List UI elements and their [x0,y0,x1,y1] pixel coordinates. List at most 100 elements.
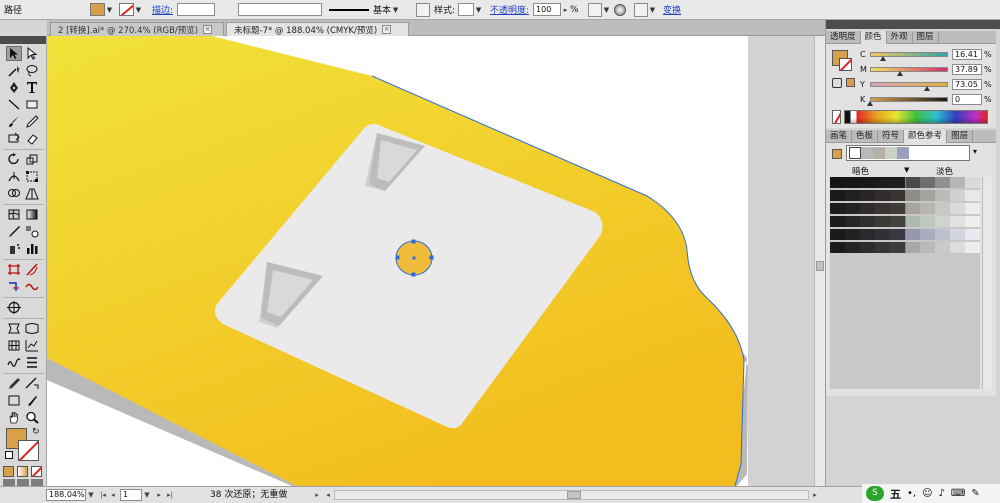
cyan-value[interactable]: 16.41 [952,48,982,60]
status-menu-icon[interactable]: ▸ [312,489,322,501]
transform-control[interactable]: 变换 [663,2,681,17]
guide-color-cell[interactable] [860,229,875,240]
guide-color-cell[interactable] [890,229,905,240]
lasso-icon[interactable] [24,63,40,78]
guide-color-cell[interactable] [830,203,845,214]
slider-thumb[interactable] [896,71,903,76]
guide-color-cell[interactable] [875,216,890,227]
harmony-color[interactable] [897,147,909,159]
black-value[interactable]: 0 [952,93,982,105]
global-edit-control[interactable] [614,2,626,17]
fill-swatch[interactable] [90,3,105,16]
direct-selection-tool-icon[interactable] [24,46,40,61]
slider-thumb[interactable] [923,86,930,91]
chevron-down-icon[interactable]: ▼ [602,3,611,16]
guide-color-cell[interactable] [905,216,920,227]
guide-color-cell[interactable] [830,216,845,227]
out-of-gamut-icon[interactable] [832,78,842,88]
guide-color-cell[interactable] [890,216,905,227]
guide-color-cell[interactable] [860,190,875,201]
tab-swatches[interactable]: 色板 [852,130,879,143]
voice-icon[interactable]: ♪ [939,488,945,499]
eraser-icon[interactable] [24,131,40,146]
guide-color-cell[interactable] [950,242,965,253]
slider-thumb[interactable] [879,56,886,61]
harmony-color[interactable] [885,147,897,159]
guide-color-cell[interactable] [920,203,935,214]
live-paint-icon[interactable] [24,279,40,294]
harmony-color[interactable] [873,147,885,159]
scroll-right-icon[interactable]: ▸ [810,489,820,501]
guide-color-cell[interactable] [845,242,860,253]
knife-tool-icon[interactable] [24,393,40,408]
hand-tool-icon[interactable] [6,410,22,425]
guide-color-cell[interactable] [920,216,935,227]
slider-black[interactable]: K 0 % [860,93,992,106]
guide-color-cell[interactable] [935,229,950,240]
tab-symbols[interactable]: 符号 [878,130,905,143]
guide-color-cell[interactable] [965,177,980,188]
stroke-profile-control[interactable]: 基本 ▼ [329,2,400,17]
color-mode-icon[interactable] [3,466,14,477]
guide-color-cell[interactable] [950,177,965,188]
artwork[interactable] [47,36,814,486]
stroke-color-swatch[interactable] [18,440,39,461]
guide-color-cell[interactable] [920,177,935,188]
style-swatch[interactable] [458,3,475,16]
magenta-value[interactable]: 37.89 [952,63,982,75]
guide-color-cell[interactable] [920,229,935,240]
close-icon[interactable]: × [203,25,213,34]
chevron-down-icon[interactable]: ▼ [86,489,96,501]
slider-magenta[interactable]: M 37.89 % [860,63,992,76]
gradient-tool-icon[interactable] [24,207,40,222]
none-swatch[interactable] [832,110,841,124]
guide-color-cell[interactable] [935,190,950,201]
variable-width-control[interactable] [238,2,322,17]
column-graph-icon[interactable] [24,241,40,256]
stroke-swatch-control[interactable]: ▼ [119,2,143,17]
ime-logo-icon[interactable]: S [866,486,884,501]
guide-color-cell[interactable] [830,229,845,240]
guide-color-cell[interactable] [830,242,845,253]
tab-document-2[interactable]: 2 [转换].ai* @ 270.4% (RGB/预览) × [50,22,224,36]
paintbrush-icon[interactable] [6,114,22,129]
guide-color-cell[interactable] [950,203,965,214]
guide-color-cell[interactable] [950,216,965,227]
default-colors-icon[interactable] [5,451,13,459]
artboard-field[interactable]: 1 [120,489,142,501]
color-spectrum[interactable] [844,110,988,124]
guide-color-cell[interactable] [920,190,935,201]
first-artboard-icon[interactable]: |◂ [98,489,108,501]
guide-color-cell[interactable] [965,216,980,227]
mesh-grid-icon[interactable] [6,338,22,353]
guide-color-cell[interactable] [830,190,845,201]
opacity-field[interactable]: 100 [533,3,562,16]
punctuation-icon[interactable]: •, [907,488,916,499]
measure-tool-icon[interactable] [24,376,40,391]
guide-color-cell[interactable] [860,203,875,214]
rotate-tool-icon[interactable] [6,152,22,167]
guide-color-cell[interactable] [845,203,860,214]
panel-scrollbar[interactable] [982,177,992,389]
guide-color-cell[interactable] [890,177,905,188]
guide-color-cell[interactable] [845,229,860,240]
line-segment-tool-icon[interactable] [6,97,22,112]
guide-color-cell[interactable] [920,242,935,253]
free-transform-icon[interactable] [24,169,40,184]
blob-brush-icon[interactable] [6,131,22,146]
guide-color-cell[interactable] [935,242,950,253]
blend-tool-icon[interactable] [24,224,40,239]
warp-tool-icon[interactable] [6,321,22,336]
keyboard-icon[interactable]: ⌨ [951,488,965,499]
close-icon[interactable]: × [382,25,392,34]
guide-color-cell[interactable] [965,229,980,240]
none-mode-icon[interactable] [31,466,42,477]
tab-color-guide[interactable]: 颜色参考 [904,130,948,143]
stroke-link[interactable]: 描边: [152,3,173,16]
harmony-dropdown[interactable]: ▾ [973,147,977,156]
tab-transparency[interactable]: 透明度 [826,31,861,44]
shape-builder-icon[interactable] [6,186,22,201]
envelope-icon[interactable] [24,321,40,336]
transform-link[interactable]: 变换 [663,3,681,16]
slice-tool-icon[interactable] [24,262,40,277]
